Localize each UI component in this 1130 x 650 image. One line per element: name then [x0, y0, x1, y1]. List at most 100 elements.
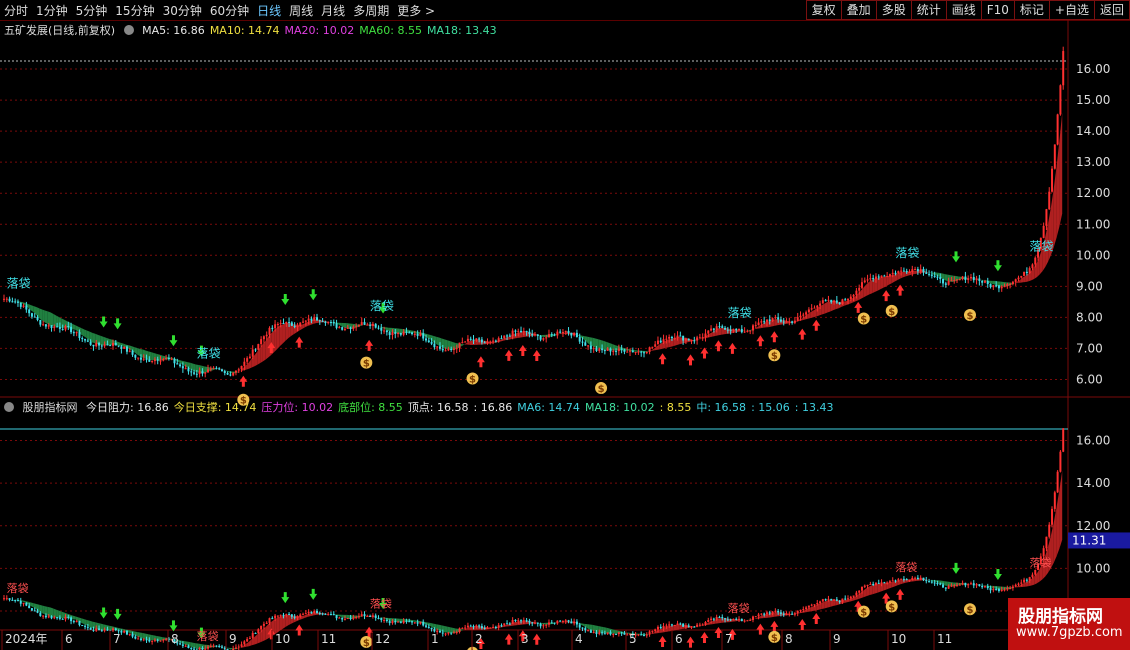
lower-candle	[260, 625, 263, 630]
lower-candle	[950, 585, 953, 587]
lower-candle	[441, 632, 444, 634]
lower-candle	[125, 630, 128, 635]
upper-candle	[1028, 268, 1031, 274]
upper-candle	[1025, 271, 1028, 274]
lower-candle	[598, 632, 601, 634]
time-tick-9: 2	[475, 632, 483, 646]
lower-candle	[659, 626, 662, 629]
lower-candle	[520, 620, 523, 622]
lower-candle	[645, 634, 648, 636]
upper-candle	[366, 324, 369, 326]
lower-candle	[503, 623, 506, 626]
upper-candle	[44, 324, 47, 327]
upper-ma-band	[914, 270, 917, 275]
upper-candle	[715, 326, 718, 330]
lower-candle	[313, 610, 316, 614]
lower-candle	[374, 615, 377, 618]
upper-candle	[561, 331, 564, 333]
lower-candle	[371, 615, 374, 617]
lower-ma-band	[612, 629, 616, 634]
lower-candle	[894, 580, 897, 582]
upper-candle	[218, 368, 221, 370]
lower-candle	[335, 615, 338, 619]
lower-candle	[234, 647, 237, 649]
upper-candle	[964, 276, 967, 280]
upper-candle	[324, 321, 327, 324]
upper-up-arrow-icon	[756, 335, 765, 347]
upper-candle	[14, 301, 17, 303]
upper-ma-band	[866, 281, 870, 296]
upper-candle	[707, 330, 710, 334]
lower-candle	[128, 633, 131, 635]
lower-ma-band	[774, 612, 778, 617]
lower-candle	[145, 639, 148, 641]
lower-candle	[863, 585, 866, 587]
upper-candle	[363, 322, 366, 325]
upper-candle	[285, 321, 288, 324]
lower-candle	[833, 599, 836, 601]
upper-candle	[735, 328, 738, 331]
lower-candle	[844, 598, 847, 600]
lower-ma-band	[254, 634, 258, 645]
upper-candle	[534, 334, 536, 336]
upper-ma-band	[279, 324, 283, 347]
lower-candle	[835, 599, 838, 601]
upper-ma-band	[1059, 112, 1063, 227]
upper-candle	[349, 327, 352, 330]
upper-candle	[257, 344, 260, 350]
lower-ma-band	[1056, 489, 1060, 557]
upper-up-arrow-icon	[239, 375, 248, 387]
lower-candle	[606, 632, 609, 634]
time-tick-2: 7	[113, 632, 121, 646]
upper-candle	[637, 351, 640, 353]
lower-candle	[438, 630, 441, 633]
lower-candle	[1048, 524, 1051, 537]
upper-candle	[888, 274, 891, 277]
upper-candle	[729, 329, 732, 331]
lower-candle	[665, 625, 668, 627]
lower-candle	[654, 629, 657, 632]
lower-candle	[349, 618, 352, 620]
lower-ma-band	[128, 630, 132, 634]
upper-candle	[575, 332, 578, 338]
lower-candle	[288, 614, 291, 616]
lower-money-bag-glyph: $	[966, 605, 973, 616]
upper-candle	[422, 333, 425, 339]
upper-candle	[531, 334, 534, 336]
upper-candle	[514, 330, 517, 332]
upper-ma-band	[254, 351, 258, 367]
lower-candle	[42, 615, 45, 617]
lower-candle	[615, 633, 618, 635]
upper-down-arrow-icon	[952, 251, 961, 263]
lower-candle	[257, 629, 260, 634]
upper-candle	[190, 371, 193, 373]
upper-candle	[92, 344, 95, 347]
kline-chart[interactable]: 落袋落袋落袋落袋落袋落袋落袋落袋落袋落袋落袋落袋$$$$$$$$$$$$$$$$…	[0, 0, 1130, 650]
upper-candle	[399, 332, 402, 335]
upper-candle	[665, 338, 668, 340]
upper-ma-band	[659, 342, 663, 350]
upper-candle	[777, 317, 780, 320]
lower-candle	[1042, 548, 1045, 557]
lower-candle	[587, 630, 590, 632]
upper-candle	[771, 318, 774, 321]
lower-ma-band	[810, 606, 814, 612]
lower-candle	[997, 588, 1000, 591]
lower-candle	[472, 626, 475, 628]
upper-candle	[629, 350, 632, 352]
upper-candle	[19, 302, 22, 307]
lower-candle	[564, 620, 567, 622]
lower-candle	[494, 626, 497, 628]
upper-down-arrow-icon	[281, 293, 290, 305]
upper-candle	[497, 338, 500, 342]
upper-candle	[975, 278, 978, 281]
lower-candle	[763, 613, 766, 615]
upper-up-arrow-icon	[295, 336, 304, 348]
upper-candle	[22, 305, 25, 307]
lower-candle	[310, 611, 313, 614]
lower-ma-band	[587, 624, 590, 630]
lower-candle	[360, 614, 363, 617]
upper-candle	[489, 341, 492, 343]
lower-candle	[363, 614, 366, 617]
upper-ma-band	[944, 274, 948, 282]
